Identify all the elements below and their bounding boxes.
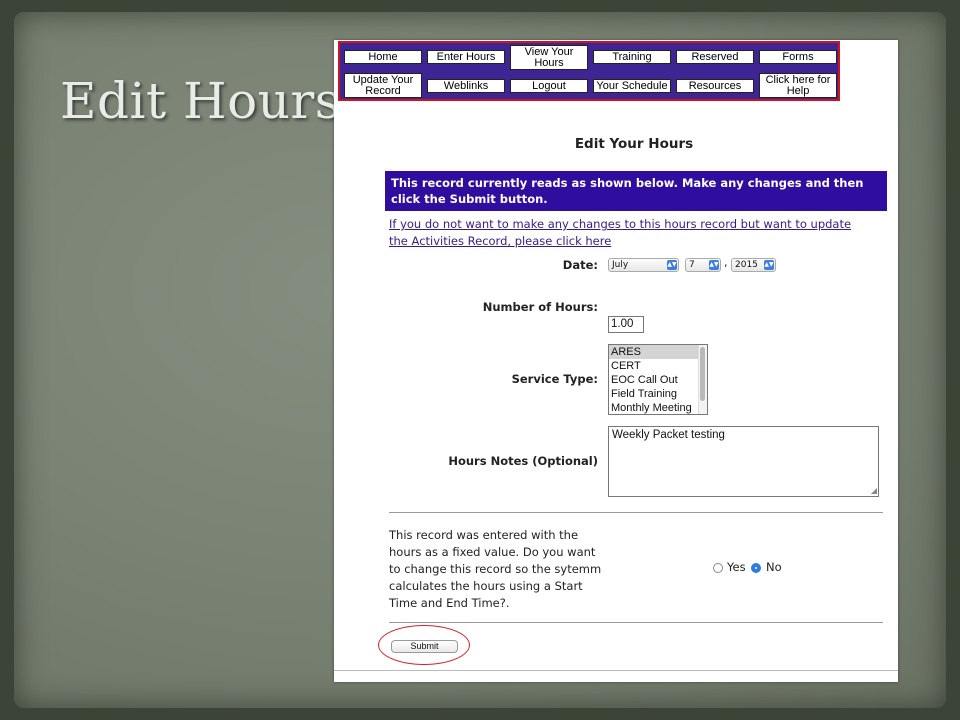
nav-bar: Home Enter Hours View Your Hours Trainin… bbox=[338, 41, 840, 101]
nav-help-button[interactable]: Click here for Help bbox=[759, 73, 837, 98]
chevron-updown-icon: ▲▼ bbox=[667, 260, 677, 270]
service-type-list[interactable]: ARES CERT EOC Call Out Field Training Mo… bbox=[608, 344, 708, 415]
divider bbox=[389, 622, 883, 623]
screenshot-panel: Home Enter Hours View Your Hours Trainin… bbox=[334, 40, 898, 682]
notes-value: Weekly Packet testing bbox=[612, 429, 725, 441]
no-radio[interactable] bbox=[751, 563, 761, 573]
day-value: 7 bbox=[689, 260, 695, 270]
nav-view-your-hours-button[interactable]: View Your Hours bbox=[510, 45, 588, 70]
nav-home-button[interactable]: Home bbox=[344, 50, 422, 64]
instruction-banner: This record currently reads as shown bel… bbox=[385, 171, 887, 211]
date-label: Date: bbox=[562, 258, 598, 272]
page-title: Edit Your Hours bbox=[574, 136, 694, 152]
nav-logout-button[interactable]: Logout bbox=[510, 79, 588, 93]
service-type-label: Service Type: bbox=[511, 372, 598, 386]
day-select[interactable]: 7 ▲▼ bbox=[685, 258, 721, 272]
chevron-updown-icon: ▲▼ bbox=[709, 260, 719, 270]
service-option[interactable]: EOC Call Out bbox=[609, 373, 699, 387]
number-of-hours-label: Number of Hours: bbox=[482, 300, 598, 314]
slide-title: Edit Hours: bbox=[60, 72, 359, 130]
chevron-updown-icon: ▲▼ bbox=[764, 260, 774, 270]
fixed-hours-question: This record was entered with the hours a… bbox=[389, 528, 602, 610]
nav-update-your-record-button[interactable]: Update Your Record bbox=[344, 73, 422, 98]
no-label: No bbox=[766, 560, 782, 574]
nav-reserved-button[interactable]: Reserved bbox=[676, 50, 754, 64]
year-select[interactable]: 2015 ▲▼ bbox=[731, 258, 776, 272]
year-value: 2015 bbox=[735, 260, 758, 270]
hours-notes-label: Hours Notes (Optional) bbox=[448, 454, 598, 468]
date-separator: , bbox=[724, 256, 728, 269]
nav-forms-button[interactable]: Forms bbox=[759, 50, 837, 64]
nav-your-schedule-button[interactable]: Your Schedule bbox=[593, 79, 671, 93]
nav-training-button[interactable]: Training bbox=[593, 50, 671, 64]
service-option[interactable]: Monthly Meeting bbox=[609, 401, 699, 414]
resize-grip-icon[interactable]: ◢ bbox=[871, 486, 877, 495]
list-scrollbar[interactable] bbox=[698, 345, 707, 414]
yes-label: Yes bbox=[727, 560, 746, 574]
activities-record-link[interactable]: If you do not want to make any changes t… bbox=[389, 216, 859, 250]
nav-weblinks-button[interactable]: Weblinks bbox=[427, 79, 505, 93]
service-option[interactable]: ARES bbox=[609, 345, 699, 359]
month-value: July bbox=[612, 260, 629, 270]
page-bottom-divider bbox=[334, 670, 898, 671]
service-option[interactable]: Field Training bbox=[609, 387, 699, 401]
scrollbar-thumb[interactable] bbox=[700, 347, 705, 401]
divider bbox=[389, 512, 883, 513]
nav-enter-hours-button[interactable]: Enter Hours bbox=[427, 50, 505, 64]
yes-radio[interactable] bbox=[713, 563, 723, 573]
month-select[interactable]: July ▲▼ bbox=[608, 258, 679, 272]
nav-resources-button[interactable]: Resources bbox=[676, 79, 754, 93]
hours-input[interactable]: 1.00 bbox=[608, 316, 644, 333]
submit-button[interactable]: Submit bbox=[391, 640, 458, 653]
service-option[interactable]: CERT bbox=[609, 359, 699, 373]
hours-notes-textarea[interactable]: Weekly Packet testing ◢ bbox=[608, 426, 879, 497]
